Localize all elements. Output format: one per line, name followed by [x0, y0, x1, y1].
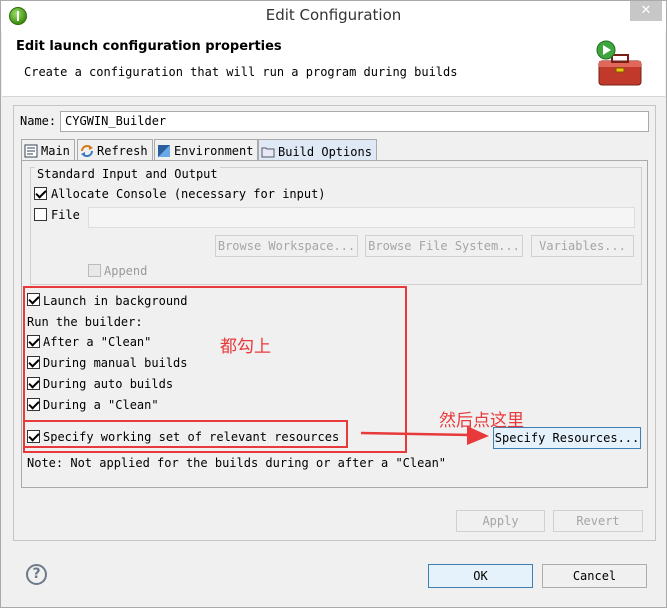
main-tab-icon: [24, 144, 38, 158]
annotation-box-working-set: [23, 420, 348, 448]
toolbox-run-icon: [596, 40, 642, 86]
cancel-button[interactable]: Cancel: [542, 564, 647, 588]
title-bar: Edit Configuration ✕: [1, 1, 666, 31]
window-title: Edit Configuration: [265, 6, 402, 24]
clean-note: Note: Not applied for the builds during …: [27, 456, 447, 470]
file-path-input[interactable]: [88, 207, 635, 228]
tab-main[interactable]: Main: [21, 139, 75, 160]
environment-tab-icon: [158, 145, 170, 157]
annotation-check-all: 都勾上: [220, 337, 271, 357]
ok-button[interactable]: OK: [428, 564, 533, 588]
folder-tab-icon: [261, 147, 275, 157]
tab-refresh-label: Refresh: [97, 144, 148, 158]
apply-button[interactable]: Apply: [456, 510, 545, 532]
refresh-tab-icon: [81, 145, 93, 157]
append-checkbox[interactable]: [88, 264, 101, 277]
tab-environment-label: Environment: [174, 144, 254, 158]
close-button[interactable]: ✕: [630, 1, 662, 21]
tab-environment[interactable]: Environment: [154, 139, 259, 160]
browse-file-system-button[interactable]: Browse File System...: [365, 235, 523, 257]
annotation-arrow: [360, 426, 489, 445]
tab-main-label: Main: [41, 144, 70, 158]
help-icon[interactable]: ?: [26, 564, 47, 585]
allocate-console-checkbox[interactable]: [34, 187, 47, 200]
file-checkbox[interactable]: [34, 208, 47, 221]
dialog-banner: Edit launch configuration properties Cre…: [2, 31, 665, 97]
variables-button[interactable]: Variables...: [531, 235, 634, 257]
tab-refresh[interactable]: Refresh: [77, 139, 153, 160]
banner-title: Edit launch configuration properties: [16, 39, 282, 54]
name-label: Name:: [20, 114, 57, 128]
revert-button[interactable]: Revert: [553, 510, 643, 532]
edit-configuration-window: Edit Configuration ✕ Edit launch configu…: [0, 0, 667, 608]
tab-build-options-label: Build Options: [278, 144, 372, 159]
append-label: Append: [104, 264, 148, 278]
tab-build-options[interactable]: Build Options: [258, 139, 377, 161]
name-input[interactable]: CYGWIN_Builder: [60, 111, 649, 132]
banner-description: Create a configuration that will run a p…: [24, 65, 458, 79]
browse-workspace-button[interactable]: Browse Workspace...: [215, 235, 358, 257]
file-label: File: [51, 208, 80, 222]
allocate-console-label: Allocate Console (necessary for input): [51, 187, 326, 201]
standard-io-legend: Standard Input and Output: [35, 167, 220, 181]
